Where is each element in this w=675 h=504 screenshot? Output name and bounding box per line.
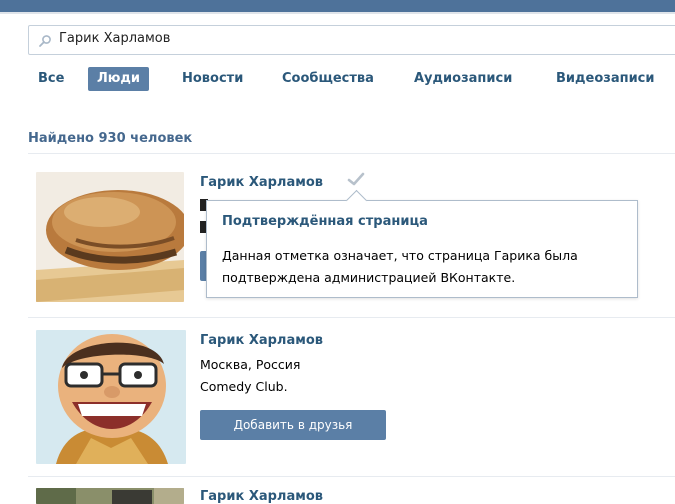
result-2-name[interactable]: Гарик Харламов [200,333,323,348]
verified-tooltip: Подтверждённая страница Данная отметка о… [206,189,638,298]
top-header-bar [0,0,675,12]
verified-check-icon[interactable] [346,171,366,187]
tooltip-arrow [345,189,368,212]
tooltip-title: Подтверждённая страница [222,214,428,229]
header-divider [0,12,675,14]
result-1-name[interactable]: Гарик Харламов [200,175,323,190]
result-3-name[interactable]: Гарик Харламов [200,489,323,504]
tab-audio[interactable]: Аудиозаписи [414,64,512,94]
add-friend-button[interactable]: Добавить в друзья [200,410,386,440]
result-1-photo[interactable] [36,172,184,302]
tab-news[interactable]: Новости [182,64,243,94]
tab-video[interactable]: Видеозаписи [556,64,655,94]
search-icon [39,35,51,47]
divider [28,317,675,318]
search-input[interactable] [59,31,459,46]
result-2-photo[interactable] [36,330,186,464]
results-count-heading: Найдено 930 человек [28,131,193,146]
tooltip-text: Данная отметка означает, что страница Га… [222,248,578,285]
result-3-photo[interactable] [36,488,184,504]
divider [28,476,675,477]
caricature-icon [36,330,186,464]
tab-all[interactable]: Все [38,64,64,94]
divider [28,153,675,154]
person-photo-icon [36,488,184,504]
tab-people[interactable]: Люди [88,67,150,91]
result-2-info: Comedy Club. [200,379,288,394]
search-box[interactable] [28,25,675,55]
bread-icon [36,172,184,302]
tab-communities[interactable]: Сообщества [282,64,374,94]
result-2-city: Москва, Россия [200,357,301,372]
